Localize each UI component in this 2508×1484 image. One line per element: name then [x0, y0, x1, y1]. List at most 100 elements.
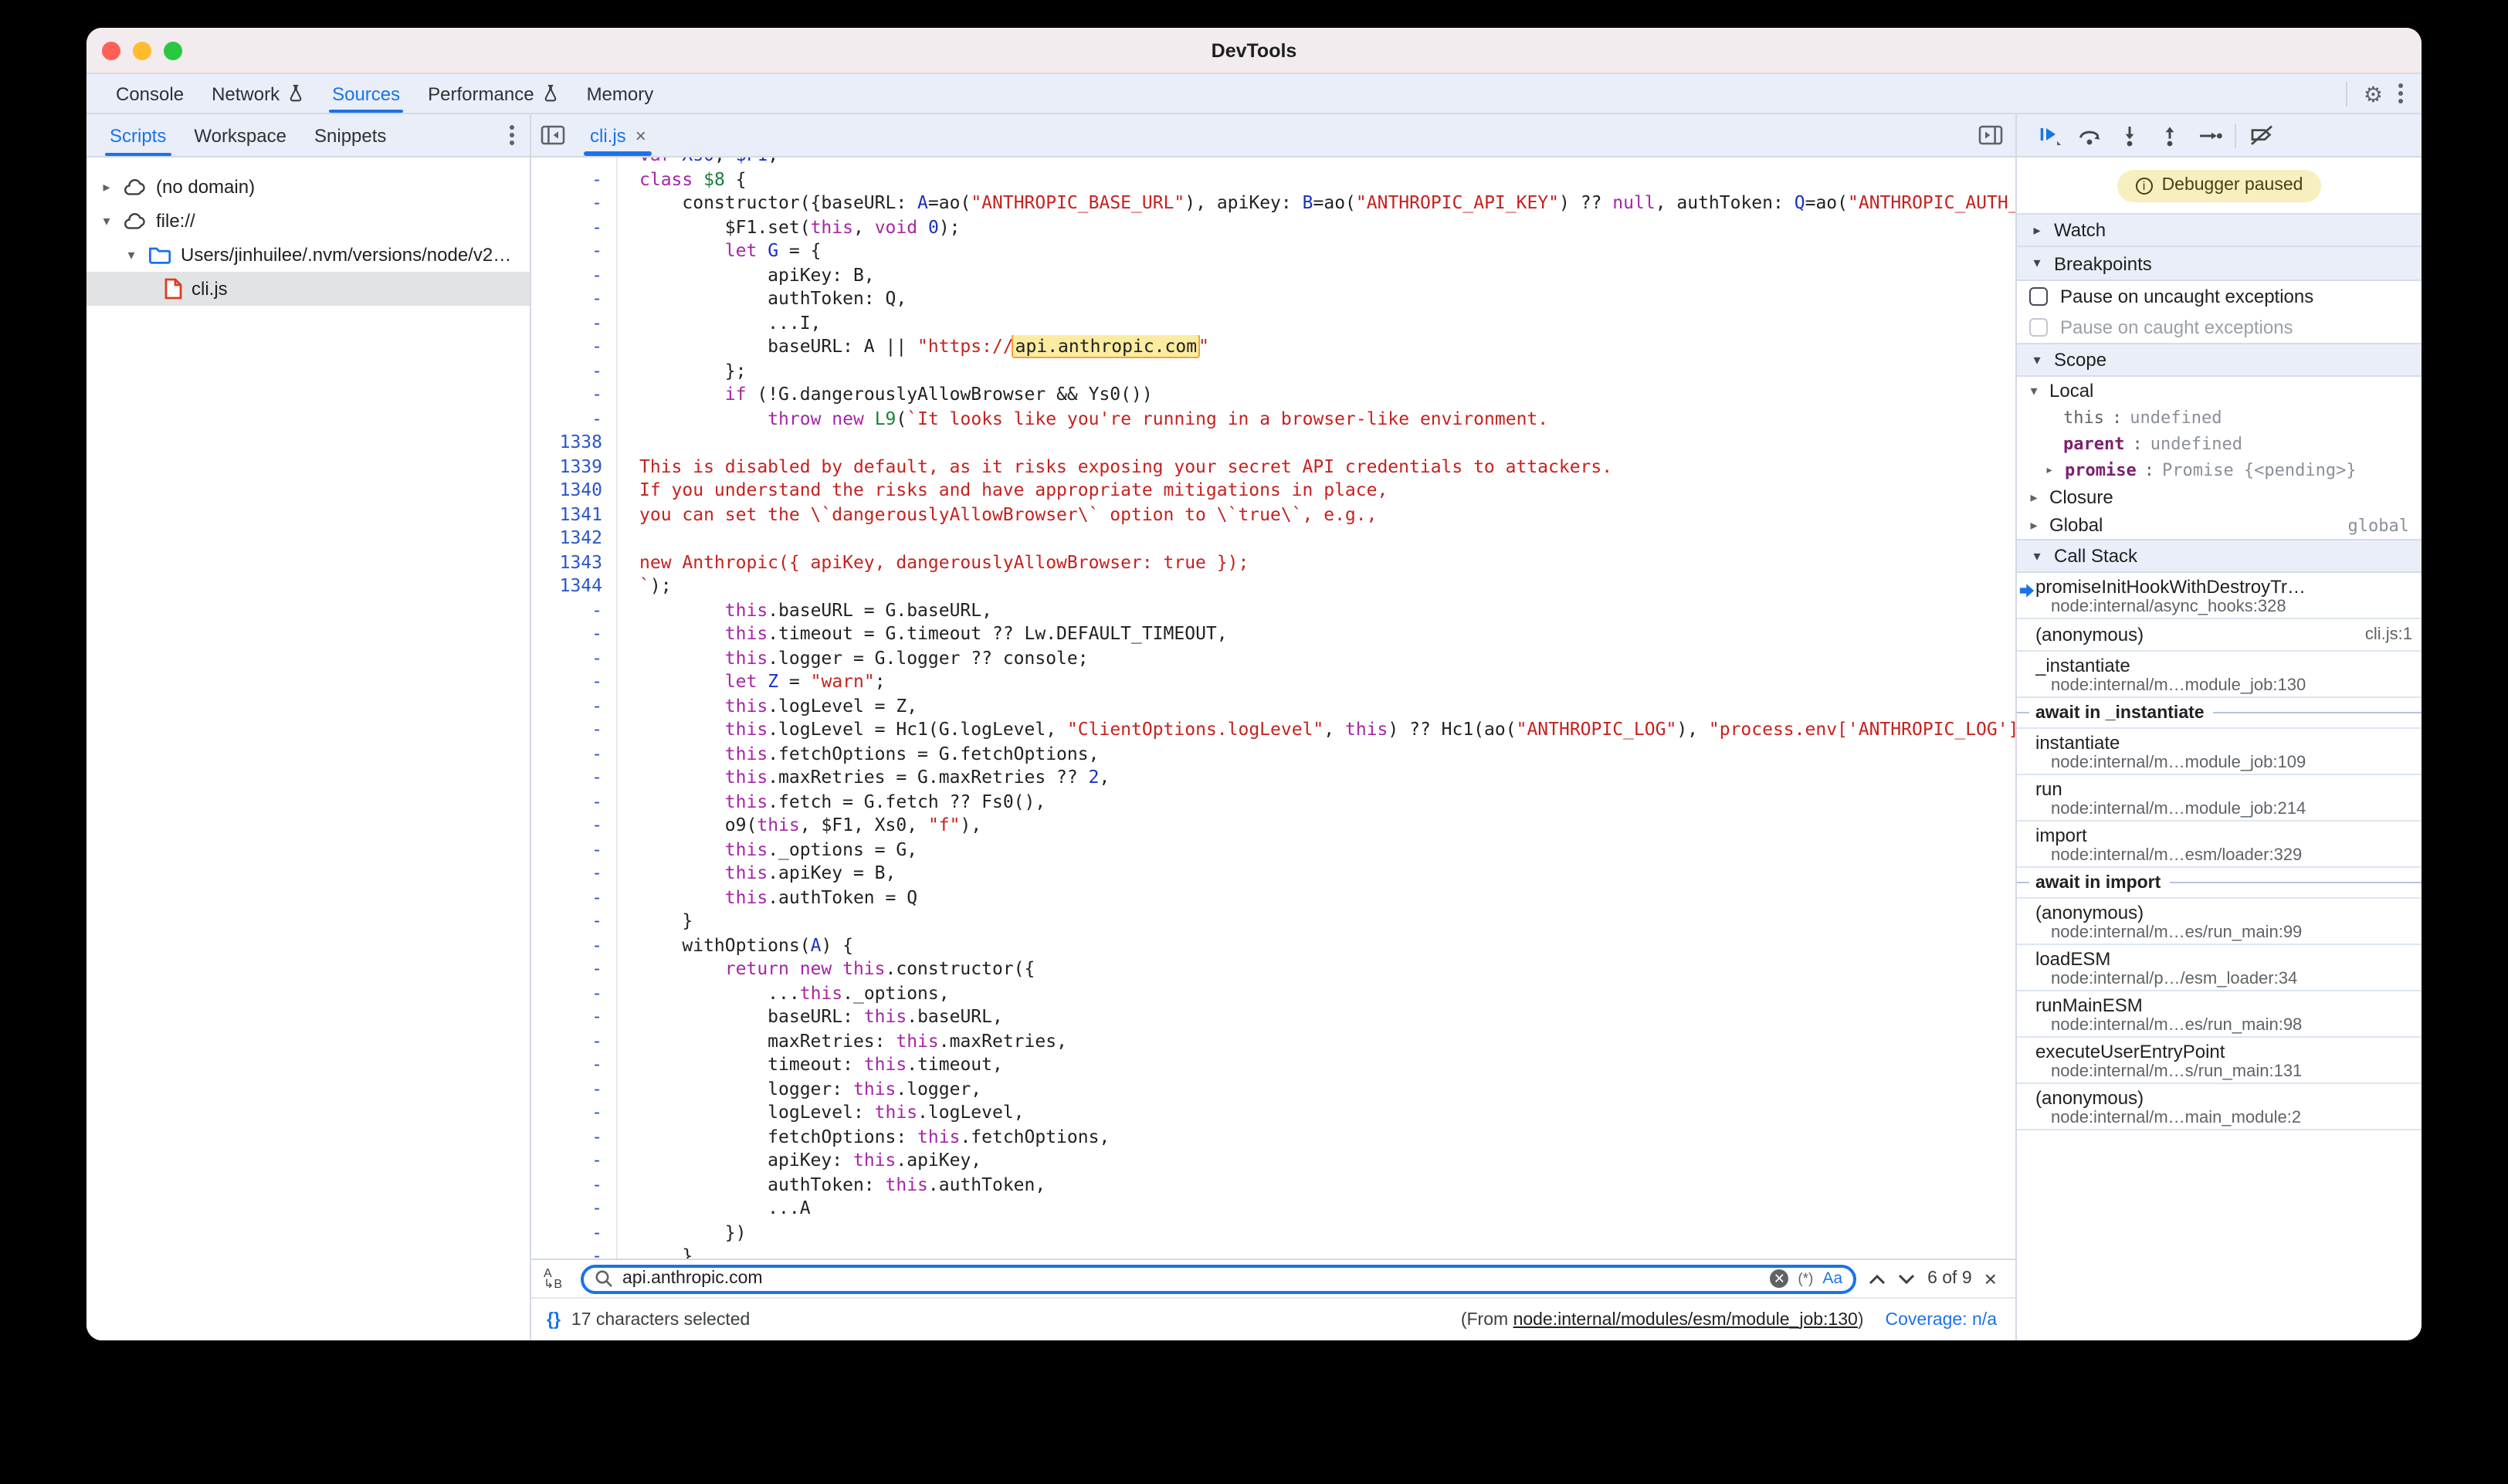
- line-gutter[interactable]: -: [531, 1101, 618, 1125]
- scope-closure[interactable]: ▸Closure: [2017, 483, 2422, 511]
- tab-workspace[interactable]: Workspace: [180, 114, 300, 156]
- call-stack-frame[interactable]: loadESMnode:internal/p…/esm_loader:34: [2017, 945, 2422, 991]
- more-options-icon[interactable]: [2398, 83, 2403, 103]
- line-gutter[interactable]: -: [531, 862, 618, 886]
- settings-gear-icon[interactable]: ⚙: [2364, 83, 2383, 104]
- line-gutter[interactable]: -: [531, 981, 618, 1005]
- checkbox-uncaught-exceptions[interactable]: [2029, 287, 2048, 306]
- coverage-link[interactable]: Coverage: n/a: [1886, 1310, 1998, 1329]
- search-input[interactable]: [622, 1269, 1761, 1288]
- line-gutter[interactable]: -: [531, 598, 618, 622]
- line-gutter[interactable]: -: [531, 1149, 618, 1173]
- line-gutter[interactable]: -: [531, 1245, 618, 1259]
- tab-snippets[interactable]: Snippets: [300, 114, 400, 156]
- line-gutter[interactable]: -: [531, 168, 618, 191]
- titlebar[interactable]: DevTools: [86, 28, 2422, 74]
- call-stack-frame[interactable]: promiseInitHookWithDestroyTr…node:intern…: [2017, 573, 2422, 619]
- replace-toggle-icon[interactable]: A↳B: [544, 1268, 568, 1289]
- scope-local[interactable]: ▾Local: [2017, 377, 2422, 405]
- tab-memory[interactable]: Memory: [573, 74, 668, 113]
- clear-search-icon[interactable]: ✕: [1770, 1269, 1788, 1288]
- line-gutter[interactable]: 1342: [531, 527, 618, 551]
- line-gutter[interactable]: -: [531, 407, 618, 431]
- scope-var-parent[interactable]: parent: undefined: [2017, 431, 2422, 457]
- line-gutter[interactable]: -: [531, 1077, 618, 1101]
- line-gutter[interactable]: -: [531, 790, 618, 814]
- line-gutter[interactable]: -: [531, 359, 618, 383]
- scope-global[interactable]: ▸Global global: [2017, 511, 2422, 539]
- scope-var-promise[interactable]: ▸ promise: Promise {<pending>}: [2017, 457, 2422, 483]
- tree-item-folder[interactable]: ▾ Users/jinhuilee/.nvm/versions/node/v2…: [86, 238, 530, 272]
- tab-network[interactable]: Network: [198, 74, 318, 113]
- toggle-right-panel-icon[interactable]: [1978, 125, 2003, 145]
- pretty-print-icon[interactable]: {}: [547, 1310, 561, 1329]
- call-stack-frame[interactable]: (anonymous)cli.js:1: [2017, 619, 2422, 652]
- call-stack-frame[interactable]: (anonymous)node:internal/m…es/run_main:9…: [2017, 899, 2422, 945]
- chevron-down-icon[interactable]: ▾: [99, 212, 114, 229]
- section-call-stack[interactable]: ▾ Call Stack: [2017, 539, 2422, 573]
- tab-sources[interactable]: Sources: [318, 74, 414, 113]
- resume-button[interactable]: [2029, 114, 2069, 156]
- line-gutter[interactable]: -: [531, 191, 618, 215]
- call-stack-frame[interactable]: _instantiatenode:internal/m…module_job:1…: [2017, 652, 2422, 698]
- line-gutter[interactable]: -: [531, 263, 618, 287]
- line-gutter[interactable]: -: [531, 1125, 618, 1149]
- line-gutter[interactable]: -: [531, 886, 618, 910]
- line-gutter[interactable]: -: [531, 742, 618, 766]
- call-stack-frame[interactable]: importnode:internal/m…esm/loader:329: [2017, 822, 2422, 868]
- step-out-button[interactable]: [2150, 114, 2190, 156]
- line-gutter[interactable]: -: [531, 670, 618, 694]
- line-gutter[interactable]: 1344: [531, 574, 618, 598]
- call-stack-frame[interactable]: runnode:internal/m…module_job:214: [2017, 775, 2422, 822]
- code-viewer[interactable]: -var Xs0, $F1;-class $8 {- constructor({…: [531, 158, 2015, 1259]
- line-gutter[interactable]: 1343: [531, 551, 618, 574]
- close-search-icon[interactable]: ×: [1984, 1268, 1997, 1289]
- line-gutter[interactable]: -: [531, 158, 618, 168]
- line-gutter[interactable]: -: [531, 1173, 618, 1197]
- editor-tab-clijs[interactable]: cli.js ×: [574, 114, 662, 156]
- line-gutter[interactable]: -: [531, 910, 618, 933]
- chevron-right-icon[interactable]: ▸: [2042, 462, 2057, 478]
- line-gutter[interactable]: -: [531, 1197, 618, 1221]
- section-watch[interactable]: ▸ Watch: [2017, 213, 2422, 247]
- tree-item-file-protocol[interactable]: ▾ file://: [86, 204, 530, 238]
- line-gutter[interactable]: -: [531, 287, 618, 311]
- breakpoint-option[interactable]: Pause on caught exceptions: [2017, 312, 2422, 343]
- line-gutter[interactable]: -: [531, 957, 618, 981]
- navigator-more-icon[interactable]: [510, 125, 514, 145]
- line-gutter[interactable]: -: [531, 718, 618, 742]
- line-gutter[interactable]: -: [531, 215, 618, 239]
- next-match-icon[interactable]: [1898, 1273, 1915, 1284]
- scope-var-this[interactable]: this: undefined: [2017, 405, 2422, 431]
- line-gutter[interactable]: -: [531, 646, 618, 670]
- tab-scripts[interactable]: Scripts: [96, 114, 180, 156]
- line-gutter[interactable]: -: [531, 1029, 618, 1053]
- chevron-right-icon[interactable]: ▸: [2026, 517, 2042, 534]
- tab-performance[interactable]: Performance: [414, 74, 572, 113]
- line-gutter[interactable]: -: [531, 694, 618, 718]
- call-stack-frame[interactable]: runMainESMnode:internal/m…es/run_main:98: [2017, 991, 2422, 1038]
- section-scope[interactable]: ▾ Scope: [2017, 343, 2422, 377]
- line-gutter[interactable]: -: [531, 933, 618, 957]
- line-gutter[interactable]: -: [531, 1053, 618, 1077]
- call-stack-frame[interactable]: (anonymous)node:internal/m…main_module:2: [2017, 1084, 2422, 1130]
- collapse-sidebar-icon[interactable]: [541, 125, 565, 145]
- tab-console[interactable]: Console: [102, 74, 198, 113]
- deactivate-breakpoints-button[interactable]: [2241, 114, 2281, 156]
- tree-item-no-domain[interactable]: ▸ (no domain): [86, 170, 530, 204]
- call-stack-frame[interactable]: instantiatenode:internal/m…module_job:10…: [2017, 729, 2422, 775]
- chevron-down-icon[interactable]: ▾: [124, 246, 139, 263]
- line-gutter[interactable]: -: [531, 1005, 618, 1029]
- chevron-right-icon[interactable]: ▸: [2026, 489, 2042, 506]
- line-gutter[interactable]: 1340: [531, 479, 618, 503]
- line-gutter[interactable]: -: [531, 622, 618, 646]
- step-over-button[interactable]: [2069, 114, 2110, 156]
- line-gutter[interactable]: -: [531, 814, 618, 838]
- line-gutter[interactable]: -: [531, 766, 618, 790]
- chevron-right-icon[interactable]: ▸: [99, 178, 114, 195]
- regex-toggle-icon[interactable]: (*): [1798, 1270, 1813, 1287]
- step-button[interactable]: [2190, 114, 2230, 156]
- section-breakpoints[interactable]: ▾ Breakpoints: [2017, 247, 2422, 281]
- line-gutter[interactable]: -: [531, 335, 618, 359]
- match-case-toggle-icon[interactable]: Aa: [1822, 1269, 1842, 1288]
